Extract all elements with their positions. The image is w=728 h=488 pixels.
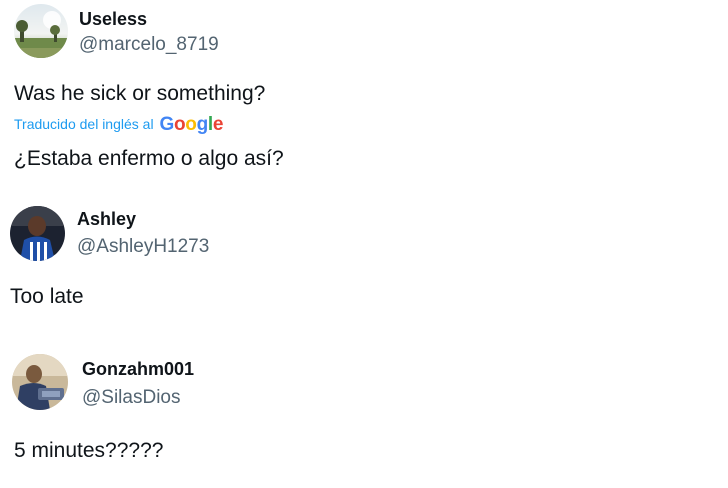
google-logo: Google [159,114,224,135]
tweet-text: Was he sick or something? [14,82,266,105]
display-name[interactable]: Ashley [77,208,136,230]
display-name[interactable]: Useless [79,8,147,30]
translated-text: ¿Estaba enfermo o algo así? [14,147,284,170]
avatar-image [12,354,68,410]
user-handle[interactable]: @marcelo_8719 [79,34,219,56]
display-name[interactable]: Gonzahm001 [82,358,194,380]
avatar-image [10,206,65,261]
user-handle[interactable]: @AshleyH1273 [77,236,209,258]
tweet-text: Too late [10,285,84,308]
reply-tweet: Useless @marcelo_8719 Was he sick or som… [0,0,728,185]
reply-tweet: Ashley @AshleyH1273 Too late [0,195,728,335]
avatar[interactable] [12,354,68,410]
translation-attribution-link[interactable]: Traducido del inglés al Google [14,115,223,134]
translation-label: Traducido del inglés al [14,116,154,132]
tweet-text: 5 minutes????? [14,439,164,462]
user-handle[interactable]: @SilasDios [82,387,180,409]
avatar[interactable] [14,4,68,58]
avatar[interactable] [10,206,65,261]
reply-tweet: Gonzahm001 @SilasDios 5 minutes????? [0,345,728,488]
avatar-image [14,4,68,58]
